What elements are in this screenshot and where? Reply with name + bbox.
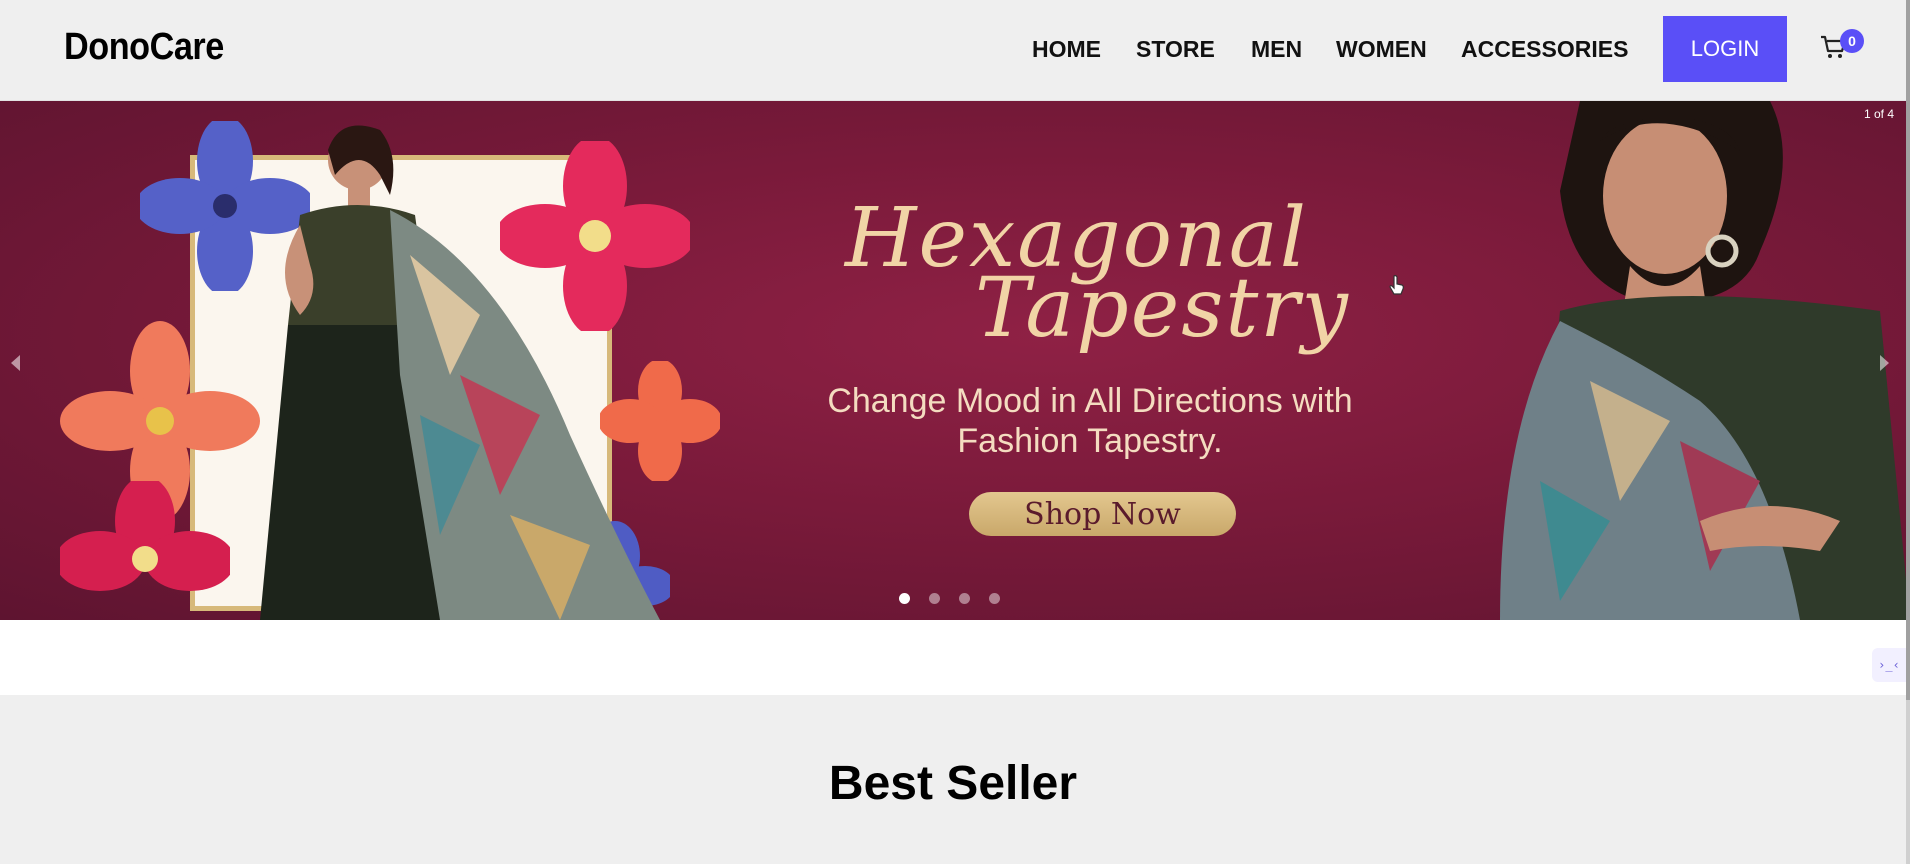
model-right-image: [1500, 101, 1906, 620]
hero-tagline: Change Mood in All Directions with Fashi…: [690, 381, 1490, 461]
hero-tagline-line2: Fashion Tapestry.: [957, 422, 1223, 460]
scrollbar-thumb[interactable]: [1906, 0, 1910, 700]
shop-now-button[interactable]: Shop Now: [969, 492, 1236, 536]
nav-home[interactable]: HOME: [1032, 36, 1101, 63]
carousel-dot-3[interactable]: [959, 593, 970, 604]
widget-icon: ›_‹: [1878, 658, 1900, 672]
site-header: DonoCare HOME STORE MEN WOMEN ACCESSORIE…: [0, 0, 1910, 101]
flower-decoration: [60, 481, 230, 591]
hero-carousel[interactable]: 1 of 4 Hexagonal Tapestry Change Mood in…: [0, 101, 1906, 620]
hero-headline-line2: Tapestry: [975, 261, 1350, 356]
carousel-next-button[interactable]: [1874, 351, 1898, 375]
cart-count-badge: 0: [1840, 29, 1864, 53]
carousel-dot-1[interactable]: [899, 593, 910, 604]
carousel-dot-4[interactable]: [989, 593, 1000, 604]
nav-men[interactable]: MEN: [1251, 36, 1302, 63]
login-button[interactable]: LOGIN: [1663, 16, 1787, 82]
chevron-left-icon: [11, 355, 20, 371]
nav-accessories[interactable]: ACCESSORIES: [1461, 36, 1628, 63]
carousel-prev-button[interactable]: [6, 351, 30, 375]
carousel-dot-2[interactable]: [929, 593, 940, 604]
nav-women[interactable]: WOMEN: [1336, 36, 1427, 63]
brand-logo[interactable]: DonoCare: [64, 26, 224, 69]
section-title: Best Seller: [828, 757, 1078, 810]
model-left-image: [260, 125, 660, 620]
nav-store[interactable]: STORE: [1136, 36, 1215, 63]
hero-tagline-line1: Change Mood in All Directions with: [827, 382, 1353, 420]
content-spacer: [0, 620, 1906, 695]
chevron-right-icon: [1880, 355, 1889, 371]
pointer-cursor-icon: [1389, 275, 1404, 295]
cart-button[interactable]: 0: [1820, 29, 1864, 67]
side-widget-button[interactable]: ›_‹: [1872, 648, 1906, 682]
